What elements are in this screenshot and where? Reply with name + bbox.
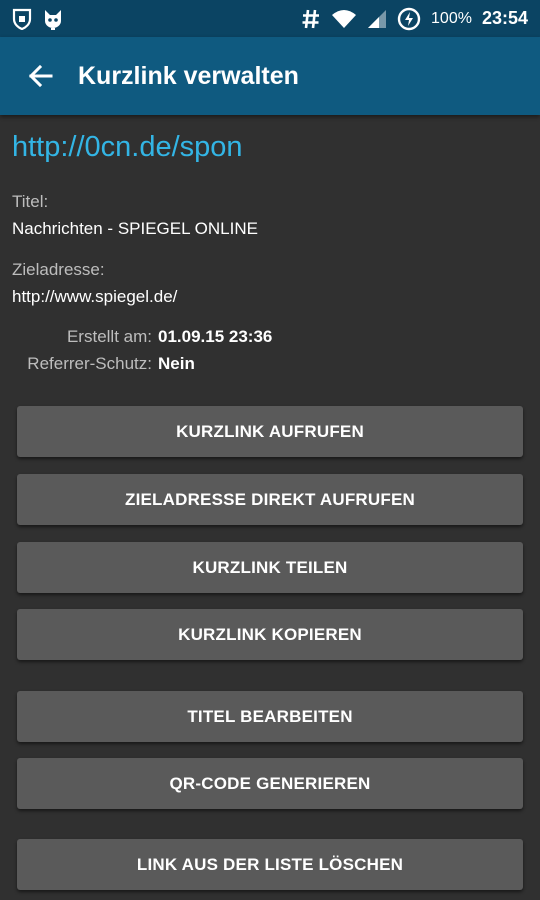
hash-icon <box>301 8 321 30</box>
clock: 23:54 <box>481 8 528 28</box>
target-label: Zieladresse: <box>12 260 105 279</box>
generate-qr-code-button[interactable]: QR-CODE GENERIEREN <box>17 758 523 809</box>
edit-title-button[interactable]: TITEL BEARBEITEN <box>17 691 523 742</box>
cat-notification-icon <box>42 8 64 30</box>
cell-signal-icon <box>367 9 387 29</box>
share-link-button[interactable]: KURZLINK TEILEN <box>17 542 523 593</box>
referrer-label: Referrer-Schutz: <box>27 354 152 373</box>
short-url-link[interactable]: http://0cn.de/spon <box>12 131 243 164</box>
created-value: 01.09.15 23:36 <box>158 327 273 346</box>
created-row: Erstellt am: 01.09.15 23:36 <box>12 327 272 347</box>
wifi-icon <box>331 9 357 29</box>
target-value: http://www.spiegel.de/ <box>12 287 178 306</box>
open-target-button[interactable]: ZIELADRESSE DIREKT AUFRUFEN <box>17 474 523 525</box>
copy-link-button[interactable]: KURZLINK KOPIEREN <box>17 609 523 660</box>
created-label: Erstellt am: <box>66 327 152 346</box>
battery-charging-icon <box>397 7 421 31</box>
referrer-value: Nein <box>158 354 195 373</box>
battery-percentage: 100% <box>431 9 472 27</box>
status-bar-right: 100% 23:54 <box>301 7 528 31</box>
delete-link-button[interactable]: LINK AUS DER LISTE LÖSCHEN <box>17 839 523 890</box>
app-bar: Kurzlink verwalten <box>0 37 540 115</box>
shield-notification-icon <box>12 8 32 30</box>
page-title: Kurzlink verwalten <box>78 61 299 90</box>
open-short-link-button[interactable]: KURZLINK AUFRUFEN <box>17 406 523 457</box>
arrow-back-icon <box>27 63 53 89</box>
back-button[interactable] <box>8 44 72 108</box>
status-bar: 100% 23:54 <box>0 0 540 37</box>
title-label: Titel: <box>12 192 49 211</box>
title-value: Nachrichten - SPIEGEL ONLINE <box>12 219 258 238</box>
status-bar-left <box>12 8 64 30</box>
referrer-row: Referrer-Schutz: Nein <box>12 354 195 374</box>
